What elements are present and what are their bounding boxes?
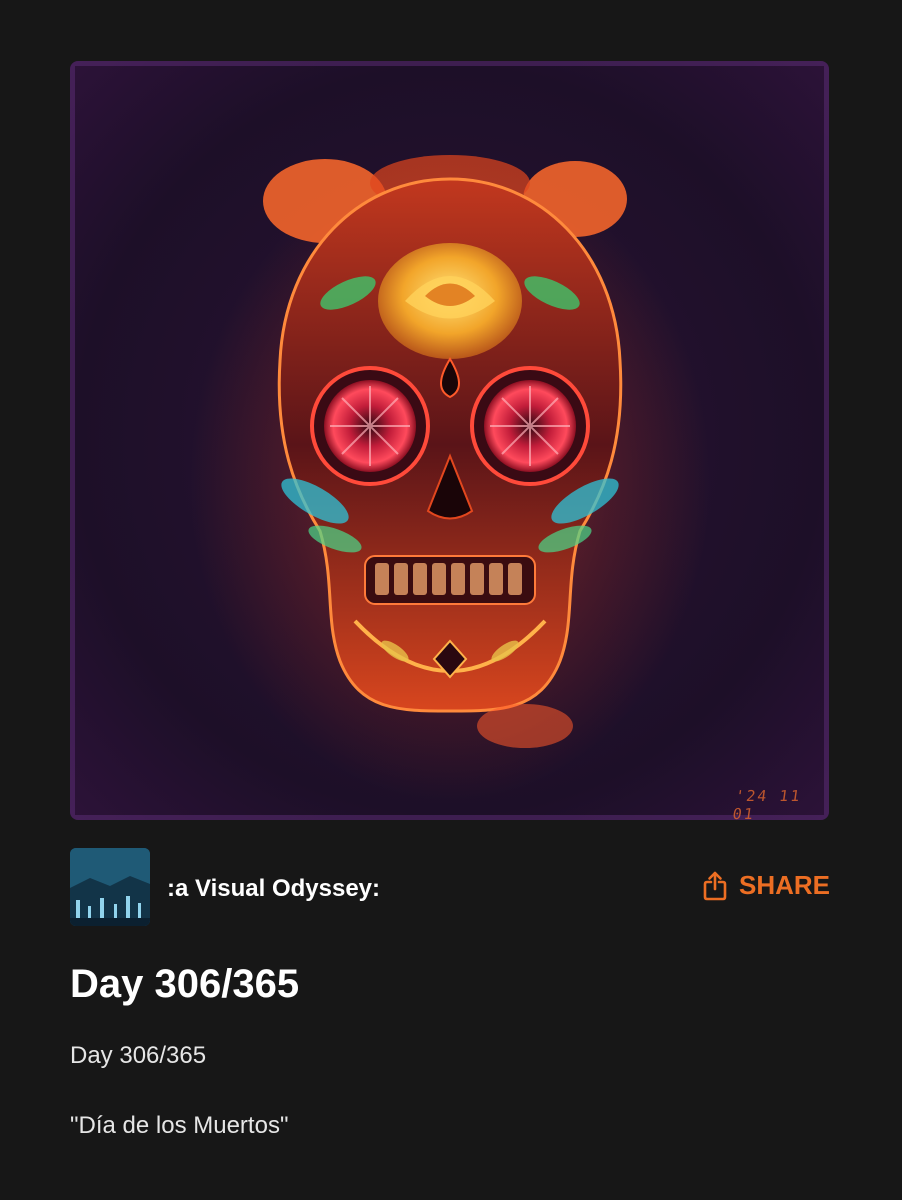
- channel-avatar[interactable]: [70, 848, 150, 926]
- channel-avatar-image: [70, 848, 150, 926]
- post-body-line-2: "Día de los Muertos": [70, 1112, 289, 1139]
- share-label: SHARE: [738, 870, 830, 900]
- post-image[interactable]: '24 11 01: [70, 61, 829, 820]
- share-icon: [703, 871, 727, 900]
- share-button[interactable]: SHARE: [703, 870, 830, 901]
- post-meta-row: :a Visual Odyssey: SHARE: [70, 848, 830, 926]
- post-title: Day 306/365: [70, 962, 300, 1006]
- date-stamp: '24 11 01: [731, 787, 803, 820]
- post-body-line-1: Day 306/365: [70, 1042, 207, 1069]
- channel-name[interactable]: :a Visual Odyssey:: [167, 875, 380, 903]
- sugar-skull-artwork: [70, 61, 829, 820]
